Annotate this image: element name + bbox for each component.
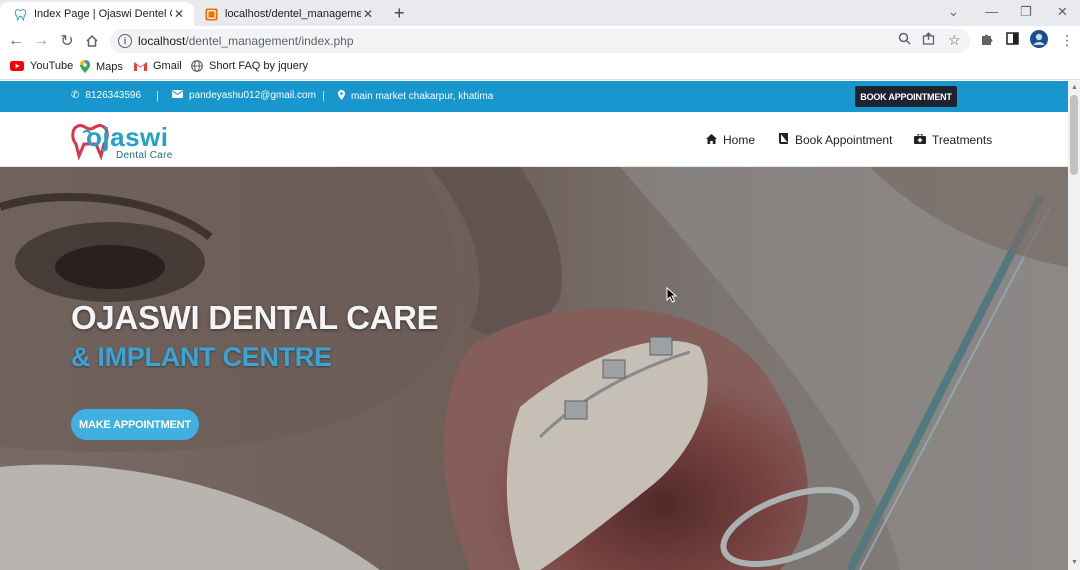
nav-label: Treatments <box>932 133 993 147</box>
book-icon <box>778 133 789 147</box>
map-marker-icon <box>338 90 345 103</box>
share-icon[interactable] <box>922 32 935 48</box>
site-topbar: ✆ 8126343596 | pandeyashu012@gmail.com |… <box>0 81 1068 112</box>
localhost-favicon-icon <box>205 7 218 21</box>
hero-title: OJASWI DENTAL CARE <box>71 299 439 336</box>
tab-title: Index Page | Ojaswi Dentel Care <box>34 8 172 20</box>
medkit-icon <box>914 133 926 147</box>
scrollbar-thumb[interactable] <box>1070 95 1078 175</box>
gmail-icon <box>134 61 147 71</box>
site-logo[interactable]: ojaswi Dental Care <box>70 118 180 162</box>
nav-label: Home <box>723 133 756 147</box>
bookmark-label: Short FAQ by jquery <box>209 60 309 72</box>
email-address: pandeyashu012@gmail.com <box>189 90 316 101</box>
nav-label: Book Appointment <box>795 133 893 147</box>
youtube-icon <box>10 61 24 71</box>
close-tab-icon[interactable]: ✕ <box>172 7 186 21</box>
extensions-puzzle-icon[interactable] <box>980 32 994 49</box>
new-tab-button[interactable]: + <box>394 4 405 22</box>
bookmark-label: Gmail <box>153 60 182 72</box>
zoom-search-icon[interactable] <box>898 32 911 48</box>
close-window-icon[interactable]: ✕ <box>1057 4 1068 20</box>
site-info-icon[interactable]: i <box>118 34 132 48</box>
address-text: main market chakarpur, khatima <box>351 91 494 102</box>
tab-title: localhost/dentel_management/a <box>225 8 361 20</box>
envelope-icon <box>172 90 183 101</box>
page-scrollbar[interactable]: ▲ ▼ <box>1068 81 1080 570</box>
tab-search-chevron-icon[interactable]: ⌄ <box>948 4 959 20</box>
browser-menu-icon[interactable]: ⋮ <box>1060 32 1074 49</box>
topbar-email[interactable]: pandeyashu012@gmail.com <box>172 90 316 101</box>
nav-home[interactable]: Home <box>706 133 755 147</box>
topbar-address: main market chakarpur, khatima <box>338 90 493 103</box>
nav-book-appointment[interactable]: Book Appointment <box>778 133 892 147</box>
bookmark-star-icon[interactable]: ☆ <box>948 32 961 49</box>
phone-number: 8126343596 <box>85 90 142 101</box>
side-panel-icon[interactable] <box>1006 32 1019 48</box>
nav-treatments[interactable]: Treatments <box>914 133 992 147</box>
scroll-up-arrow-icon[interactable]: ▲ <box>1071 84 1078 91</box>
site-navbar: ojaswi Dental Care Home Book Appointment… <box>0 112 1068 167</box>
topbar-separator: | <box>322 90 325 102</box>
restore-icon[interactable]: ❐ <box>1020 4 1032 20</box>
tab-localhost[interactable]: localhost/dentel_management/a ✕ <box>197 2 383 26</box>
bookmark-label: YouTube <box>30 60 74 72</box>
book-appointment-button[interactable]: BOOK APPOINTMENT <box>855 86 957 107</box>
globe-icon <box>191 60 203 72</box>
hero-subtitle: & IMPLANT CENTRE <box>71 342 332 372</box>
bookmark-gmail[interactable]: Gmail <box>134 60 182 72</box>
bookmark-maps[interactable]: Maps <box>80 60 123 73</box>
bookmark-label: Maps <box>96 60 123 73</box>
bookmark-short-faq[interactable]: Short FAQ by jquery <box>191 60 308 72</box>
bookmark-youtube[interactable]: YouTube <box>10 60 73 72</box>
close-tab-icon[interactable]: ✕ <box>361 7 375 21</box>
topbar-separator: | <box>156 90 159 102</box>
make-appointment-button[interactable]: MAKE APPOINTMENT <box>71 409 199 440</box>
url-path: /dentel_management/index.php <box>185 34 354 48</box>
hero-banner: OJASWI DENTAL CARE & IMPLANT CENTRE MAKE… <box>0 167 1068 570</box>
home-icon <box>706 133 717 147</box>
reload-icon[interactable]: ↻ <box>58 32 76 50</box>
tooth-favicon-icon <box>14 8 27 21</box>
mouse-cursor-icon <box>666 287 678 303</box>
maps-pin-icon <box>80 60 90 73</box>
scroll-down-arrow-icon[interactable]: ▼ <box>1071 559 1078 566</box>
address-bar[interactable]: i localhost/dentel_management/index.php <box>110 29 970 53</box>
logo-subtitle: Dental Care <box>116 150 173 161</box>
logo-brand: ojaswi <box>86 122 169 152</box>
tab-index-page[interactable]: Index Page | Ojaswi Dentel Care ✕ <box>0 2 194 26</box>
home-browser-icon[interactable] <box>83 32 101 50</box>
minimize-icon[interactable]: — <box>985 4 998 19</box>
topbar-phone[interactable]: ✆ 8126343596 <box>71 90 141 101</box>
phone-icon: ✆ <box>71 90 80 101</box>
forward-icon[interactable]: → <box>32 32 50 50</box>
back-icon[interactable]: ← <box>7 32 25 50</box>
browser-toolbar: ← → ↻ i localhost/dentel_management/inde… <box>0 26 1080 56</box>
bookmarks-bar: YouTube Maps Gmail Short FAQ by jquery <box>0 56 1080 80</box>
url-host: localhost <box>138 34 186 48</box>
profile-avatar[interactable] <box>1030 30 1048 51</box>
browser-tab-strip: Index Page | Ojaswi Dentel Care ✕ localh… <box>0 0 1080 26</box>
